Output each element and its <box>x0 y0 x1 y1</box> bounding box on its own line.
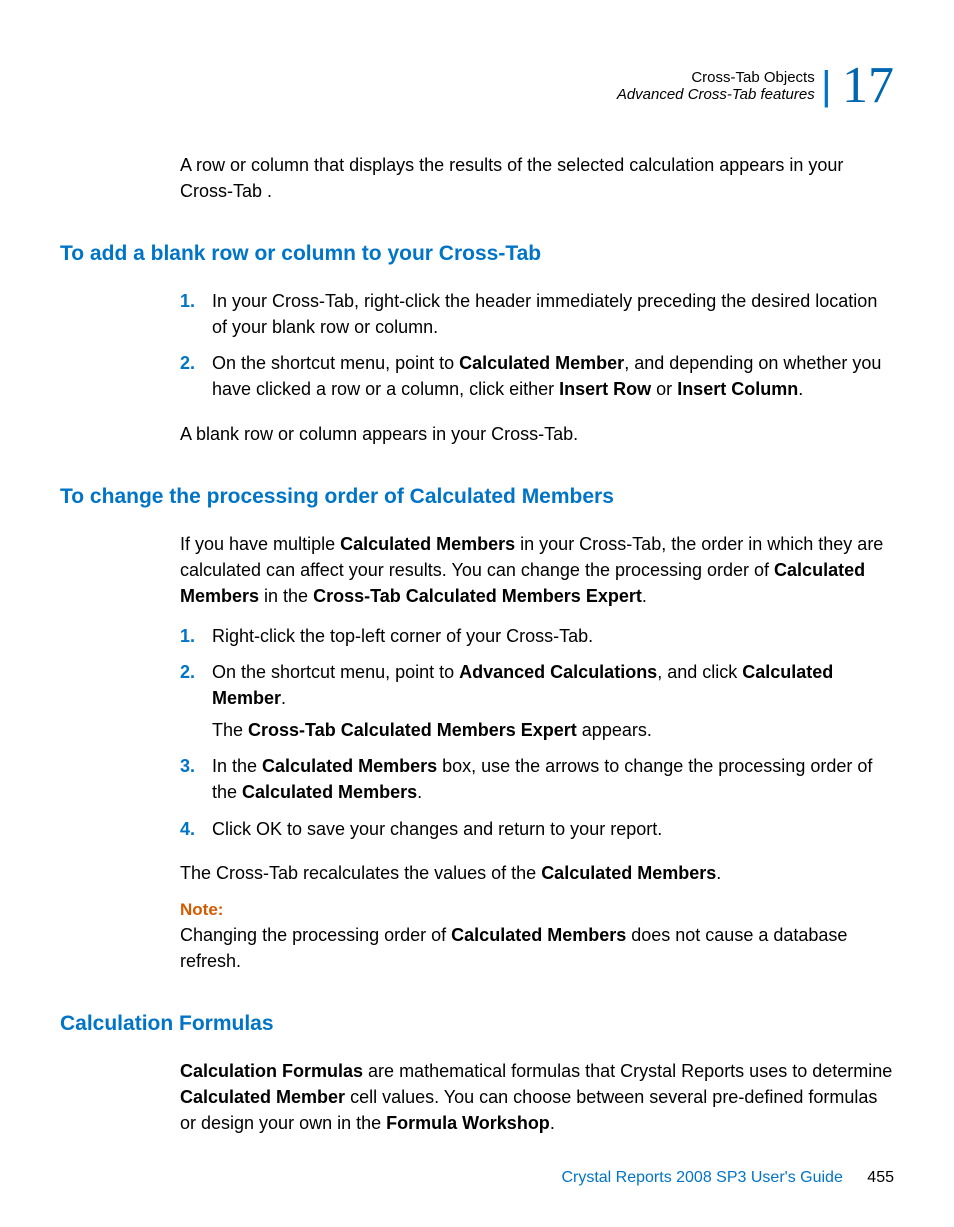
step-text: In your Cross-Tab, right-click the heade… <box>212 291 877 337</box>
result-paragraph: A blank row or column appears in your Cr… <box>180 421 894 447</box>
step-number: 3. <box>180 753 195 779</box>
footer-page-number: 455 <box>867 1169 894 1186</box>
steps-list: 1. In your Cross-Tab, right-click the he… <box>180 288 894 402</box>
step-item: 4. Click OK to save your changes and ret… <box>180 816 894 842</box>
step-number: 4. <box>180 816 195 842</box>
section-heading-calc-formulas: Calculation Formulas <box>60 1012 894 1036</box>
step-item: 1. In your Cross-Tab, right-click the he… <box>180 288 894 340</box>
header-subtitle: Advanced Cross-Tab features <box>617 86 815 103</box>
page-header: Cross-Tab Objects Advanced Cross-Tab fea… <box>60 60 894 112</box>
step-sub-text: The Cross-Tab Calculated Members Expert … <box>212 717 894 743</box>
header-chapter-title: Cross-Tab Objects <box>691 69 814 86</box>
intro-paragraph: If you have multiple Calculated Members … <box>180 531 894 609</box>
step-text: On the shortcut menu, point to Advanced … <box>212 662 833 708</box>
steps-list: 1. Right-click the top-left corner of yo… <box>180 623 894 842</box>
step-number: 2. <box>180 350 195 376</box>
step-item: 1. Right-click the top-left corner of yo… <box>180 623 894 649</box>
step-number: 1. <box>180 288 195 314</box>
intro-paragraph: A row or column that displays the result… <box>180 152 894 204</box>
section-heading-add-blank: To add a blank row or column to your Cro… <box>60 242 894 266</box>
step-number: 2. <box>180 659 195 685</box>
result-paragraph: The Cross-Tab recalculates the values of… <box>180 860 894 886</box>
step-item: 2. On the shortcut menu, point to Advanc… <box>180 659 894 743</box>
step-item: 3. In the Calculated Members box, use th… <box>180 753 894 805</box>
note-label: Note: <box>180 900 894 920</box>
section-heading-processing-order: To change the processing order of Calcul… <box>60 485 894 509</box>
step-text: On the shortcut menu, point to Calculate… <box>212 353 881 399</box>
step-number: 1. <box>180 623 195 649</box>
chapter-number: 17 <box>842 60 894 112</box>
header-divider: | <box>821 66 831 106</box>
step-text: In the Calculated Members box, use the a… <box>212 756 872 802</box>
step-text: Click OK to save your changes and return… <box>212 819 662 839</box>
page-footer: Crystal Reports 2008 SP3 User's Guide 45… <box>561 1169 894 1187</box>
footer-guide-title: Crystal Reports 2008 SP3 User's Guide <box>561 1169 842 1186</box>
note-text: Changing the processing order of Calcula… <box>180 922 894 974</box>
section-paragraph: Calculation Formulas are mathematical fo… <box>180 1058 894 1136</box>
step-item: 2. On the shortcut menu, point to Calcul… <box>180 350 894 402</box>
step-text: Right-click the top-left corner of your … <box>212 626 593 646</box>
